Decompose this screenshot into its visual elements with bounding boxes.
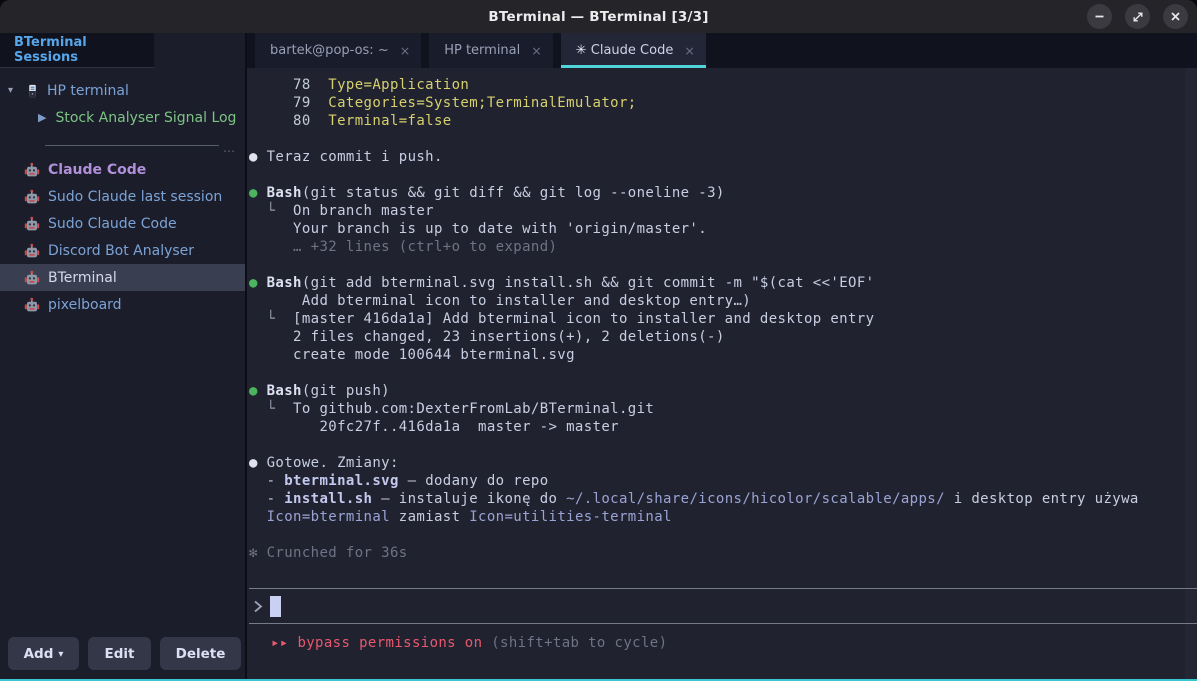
terminal-line: ● Bash(git push) [249, 382, 1183, 400]
robot-icon [24, 216, 40, 232]
session-item-sudo-claude-code[interactable]: Sudo Claude Code [0, 210, 245, 237]
tab-bartek-pop-os[interactable]: bartek@pop-os: ~ × [255, 33, 421, 68]
tab-hp-terminal[interactable]: HP terminal × [429, 33, 553, 68]
permission-mode-label: bypass permissions on [297, 635, 482, 651]
terminal-line: 80 Terminal=false [249, 112, 1183, 130]
terminal-line: └ To github.com:DexterFromLab/BTerminal.… [249, 400, 1183, 418]
minimize-button[interactable] [1087, 4, 1112, 29]
tree-item-hp-terminal[interactable]: ▾ HP terminal [0, 77, 245, 104]
terminal-output: 78 Type=Application 79 Categories=System… [249, 76, 1183, 562]
tab-claude-code[interactable]: ✳ Claude Code × [561, 33, 706, 68]
terminal-line [249, 364, 1183, 382]
terminal-line: - install.sh — instaluje ikonę do ~/.loc… [249, 490, 1183, 508]
tree-child-label: Stock Analyser Signal Log [55, 110, 236, 126]
close-button[interactable] [1163, 4, 1188, 29]
terminal-line: ● Teraz commit i push. [249, 148, 1183, 166]
terminal-line: create mode 100644 bterminal.svg [249, 346, 1183, 364]
session-item-bterminal[interactable]: BTerminal [0, 264, 245, 291]
sidebar-divider: … [45, 140, 235, 150]
terminal-pane: bartek@pop-os: ~ × HP terminal × ✳ Claud… [247, 33, 1197, 679]
robot-icon [24, 162, 40, 178]
session-list: Claude Code Sudo Claude last session Sud… [0, 156, 245, 318]
terminal-line: 2 files changed, 23 insertions(+), 2 del… [249, 328, 1183, 346]
close-icon[interactable]: × [400, 43, 410, 58]
session-item-discord-bot-analyser[interactable]: Discord Bot Analyser [0, 237, 245, 264]
terminal-line [249, 130, 1183, 148]
session-item-claude-code[interactable]: Claude Code [0, 156, 245, 183]
sessions-sidebar: BTerminal Sessions ▾ HP terminal [0, 33, 247, 679]
terminal-line [249, 526, 1183, 544]
terminal-line: Add bterminal icon to installer and desk… [249, 292, 1183, 310]
add-button[interactable]: Add ▾ [8, 637, 79, 670]
spinner-asterisk-icon: ✳ [576, 43, 591, 58]
terminal-line: ● Bash(git add bterminal.svg install.sh … [249, 274, 1183, 292]
edit-button[interactable]: Edit [88, 637, 151, 670]
permission-hint-label: (shift+tab to cycle) [482, 635, 667, 651]
close-icon[interactable]: × [531, 43, 541, 58]
play-icon: ▶ [38, 111, 46, 124]
terminal-line: ✻ Crunched for 36s [249, 544, 1183, 562]
prompt-input[interactable] [249, 588, 1197, 624]
minimize-icon [1094, 11, 1105, 22]
terminal-line: - bterminal.svg — dodany do repo [249, 472, 1183, 490]
session-item-pixelboard[interactable]: pixelboard [0, 291, 245, 318]
chevron-down-icon: ▾ [58, 649, 63, 660]
terminal-line: 78 Type=Application [249, 76, 1183, 94]
terminal-line: ● Gotowe. Zmiany: [249, 454, 1183, 472]
session-tree: ▾ HP terminal ▶ Stock Analyser Signal Lo… [0, 68, 245, 152]
sidebar-header: BTerminal Sessions [0, 33, 245, 68]
tree-item-stock-analyser-signal-log[interactable]: ▶ Stock Analyser Signal Log [0, 104, 245, 131]
computer-tower-icon [25, 83, 40, 99]
terminal-line: 20fc27f..416da1a master -> master [249, 418, 1183, 436]
terminal-line: └ On branch master [249, 202, 1183, 220]
close-icon[interactable]: × [684, 43, 694, 58]
robot-icon [24, 270, 40, 286]
sidebar-buttons: Add ▾ Edit Delete [0, 637, 245, 679]
terminal-screen[interactable]: 78 Type=Application 79 Categories=System… [247, 68, 1197, 679]
terminal-line: … +32 lines (ctrl+o to expand) [249, 238, 1183, 256]
sidebar-title: BTerminal Sessions [14, 35, 154, 65]
robot-icon [24, 189, 40, 205]
terminal-line: Icon=bterminal zamiast Icon=utilities-te… [249, 508, 1183, 526]
terminal-line: └ [master 416da1a] Add bterminal icon to… [249, 310, 1183, 328]
app-window: BTerminal — BTerminal [3/3] [0, 0, 1197, 681]
window-controls [1087, 4, 1188, 29]
sidebar-spacer [0, 318, 245, 637]
text-cursor [270, 596, 281, 617]
robot-icon [24, 243, 40, 259]
terminal-line [249, 436, 1183, 454]
divider-line [45, 145, 219, 146]
window-title: BTerminal — BTerminal [3/3] [488, 9, 708, 25]
terminal-line [249, 166, 1183, 184]
delete-button[interactable]: Delete [160, 637, 241, 670]
robot-icon [24, 297, 40, 313]
ellipsis-label: … [223, 141, 235, 155]
sidebar-header-tab[interactable]: BTerminal Sessions [0, 33, 154, 68]
prompt-chevron-icon [253, 599, 263, 614]
permissions-status-line: ▸▸ bypass permissions on (shift+tab to c… [249, 624, 1183, 652]
terminal-line: Your branch is up to date with 'origin/m… [249, 220, 1183, 238]
maximize-icon [1132, 11, 1144, 23]
terminal-line: 79 Categories=System;TerminalEmulator; [249, 94, 1183, 112]
session-item-sudo-claude-last-session[interactable]: Sudo Claude last session [0, 183, 245, 210]
maximize-button[interactable] [1125, 4, 1150, 29]
tree-host-label: HP terminal [47, 83, 129, 99]
close-icon [1170, 11, 1181, 22]
title-bar[interactable]: BTerminal — BTerminal [3/3] [0, 0, 1197, 33]
chevron-down-icon[interactable]: ▾ [8, 85, 18, 96]
double-arrow-icon: ▸▸ [271, 635, 297, 651]
terminal-line: ● Bash(git status && git diff && git log… [249, 184, 1183, 202]
terminal-line [249, 256, 1183, 274]
tab-bar: bartek@pop-os: ~ × HP terminal × ✳ Claud… [247, 33, 1197, 68]
